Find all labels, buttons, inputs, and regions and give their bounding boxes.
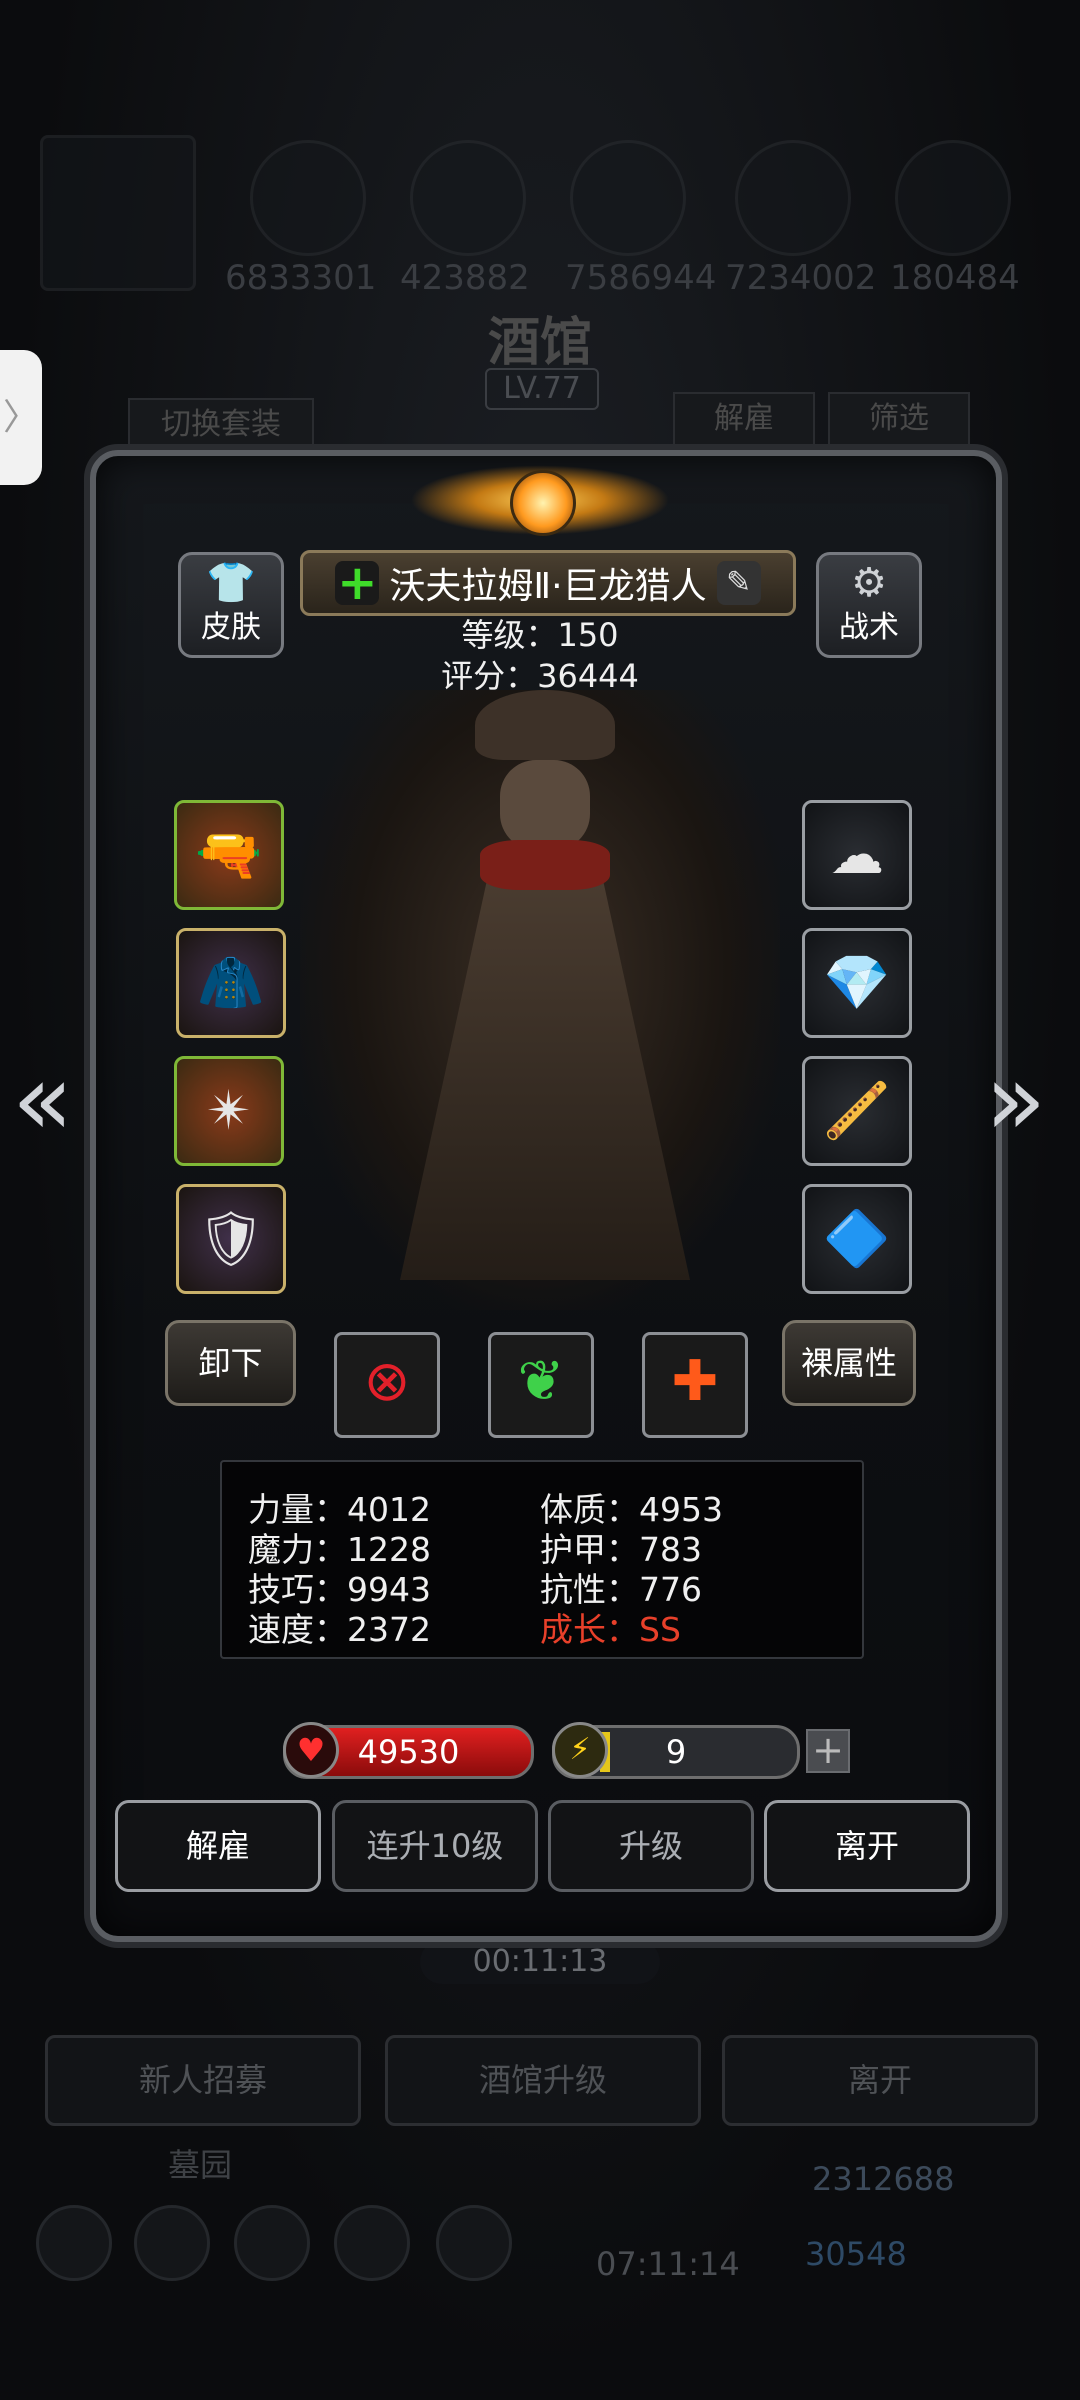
bg-upgrade-tavern-button: 酒馆升级 bbox=[385, 2035, 701, 2126]
bg-tavern-title: 酒馆 bbox=[487, 313, 592, 373]
bg-gem-count: 30548 bbox=[805, 2235, 907, 2273]
skill-slot-2[interactable]: ❦ bbox=[488, 1332, 594, 1438]
bg-filter-button: 筛选 bbox=[828, 392, 970, 446]
bg-timer: 00:11:13 bbox=[420, 1940, 660, 1984]
edit-icon[interactable]: ✎ bbox=[716, 561, 761, 605]
stone-icon: 🔷 bbox=[823, 1207, 891, 1270]
stat-growth: 成长：SS bbox=[540, 1610, 681, 1649]
target-skill-icon: ⊗ bbox=[363, 1349, 411, 1414]
hero-name: 沃夫拉姆Ⅱ·巨龙猎人 bbox=[389, 566, 707, 607]
level-up-10-button[interactable]: 连升10级 bbox=[332, 1800, 538, 1892]
bg-cemetery-label: 墓园 bbox=[168, 2146, 233, 2184]
unequip-button[interactable]: 卸下 bbox=[165, 1320, 296, 1406]
add-energy-button[interactable]: + bbox=[806, 1729, 850, 1773]
bg-resource-icon-2 bbox=[410, 140, 526, 256]
bg-gold-count: 2312688 bbox=[812, 2160, 955, 2198]
hero-hat bbox=[475, 690, 615, 760]
bg-resource-count-4: 7234002 bbox=[725, 258, 877, 298]
ore-icon: 💎 bbox=[823, 951, 891, 1014]
equip-ring-slot[interactable]: ☁ bbox=[802, 800, 912, 910]
hero-coat bbox=[400, 880, 690, 1280]
bg-resource-count-3: 7586944 bbox=[565, 258, 717, 298]
plus-icon[interactable]: + bbox=[335, 559, 380, 607]
bg-hero-portrait bbox=[40, 135, 196, 291]
coat-icon: 🧥 bbox=[197, 951, 265, 1014]
bg-menu-icon-3 bbox=[234, 2205, 310, 2281]
hero-name-bar: + 沃夫拉姆Ⅱ·巨龙猎人 ✎ bbox=[300, 550, 796, 616]
lightning-icon: ⚡ bbox=[552, 1722, 608, 1778]
base-attributes-button[interactable]: 裸属性 bbox=[782, 1320, 916, 1406]
hero-face bbox=[500, 760, 590, 850]
bg-resource-icon-4 bbox=[735, 140, 851, 256]
gear-icon: ⚙ bbox=[851, 560, 887, 606]
bg-switch-outfit-button: 切换套装 bbox=[128, 398, 314, 452]
bg-dismiss-button: 解雇 bbox=[673, 392, 815, 446]
bg-menu-icon-1 bbox=[36, 2205, 112, 2281]
shotgun-icon: 🔫 bbox=[195, 823, 263, 886]
prev-hero-arrow[interactable]: « bbox=[12, 1050, 73, 1150]
skill-slot-3[interactable]: ✚ bbox=[642, 1332, 748, 1438]
stat-speed: 速度：2372 bbox=[248, 1610, 431, 1649]
hero-level: 等级：150 bbox=[461, 616, 619, 654]
bg-resource-count-5: 180484 bbox=[890, 258, 1020, 298]
bg-tavern-level: LV.77 bbox=[485, 368, 599, 410]
hero-scarf bbox=[480, 840, 610, 890]
bg-menu-icon-2 bbox=[134, 2205, 210, 2281]
bg-menu-icon-4 bbox=[334, 2205, 410, 2281]
skill-slot-1[interactable]: ⊗ bbox=[334, 1332, 440, 1438]
dismiss-button[interactable]: 解雇 bbox=[115, 1800, 321, 1892]
heart-icon: ♥ bbox=[283, 1722, 339, 1778]
amulet-icon: ✴ bbox=[206, 1079, 252, 1142]
bg-resource-icon-1 bbox=[250, 140, 366, 256]
equip-pipe-slot[interactable]: 🪈 bbox=[802, 1056, 912, 1166]
equip-weapon-slot[interactable]: 🔫 bbox=[174, 800, 284, 910]
cloud-ring-icon: ☁ bbox=[830, 823, 884, 886]
equip-armor-slot[interactable]: 🧥 bbox=[176, 928, 286, 1038]
hero-portrait bbox=[300, 690, 780, 1310]
side-handle[interactable]: 〉 bbox=[0, 350, 42, 485]
shield-icon: 🛡 bbox=[196, 1207, 266, 1270]
beast-skill-icon: ❦ bbox=[517, 1349, 565, 1414]
bg-resource-count-2: 423882 bbox=[400, 258, 530, 298]
next-hero-arrow[interactable]: » bbox=[985, 1050, 1046, 1150]
equip-accessory-slot[interactable]: ✴ bbox=[174, 1056, 284, 1166]
bg-leave-button: 离开 bbox=[722, 2035, 1038, 2126]
bg-resource-icon-5 bbox=[895, 140, 1011, 256]
bg-resource-count-1: 6833301 bbox=[225, 258, 377, 298]
level-up-button[interactable]: 升级 bbox=[548, 1800, 754, 1892]
equip-stone-slot[interactable]: 🔷 bbox=[802, 1184, 912, 1294]
bg-gift-timer: 07:11:14 bbox=[596, 2245, 740, 2283]
equip-gem-slot[interactable]: 💎 bbox=[802, 928, 912, 1038]
bg-recruit-button: 新人招募 bbox=[45, 2035, 361, 2126]
bg-resource-icon-3 bbox=[570, 140, 686, 256]
bg-menu-icon-5 bbox=[436, 2205, 512, 2281]
equip-shield-slot[interactable]: 🛡 bbox=[176, 1184, 286, 1294]
shirt-icon: 👕 bbox=[206, 560, 256, 606]
panel-crest-emblem bbox=[510, 470, 576, 536]
leave-button[interactable]: 离开 bbox=[764, 1800, 970, 1892]
pipe-icon: 🪈 bbox=[823, 1079, 891, 1142]
heal-cross-icon: ✚ bbox=[671, 1349, 719, 1414]
